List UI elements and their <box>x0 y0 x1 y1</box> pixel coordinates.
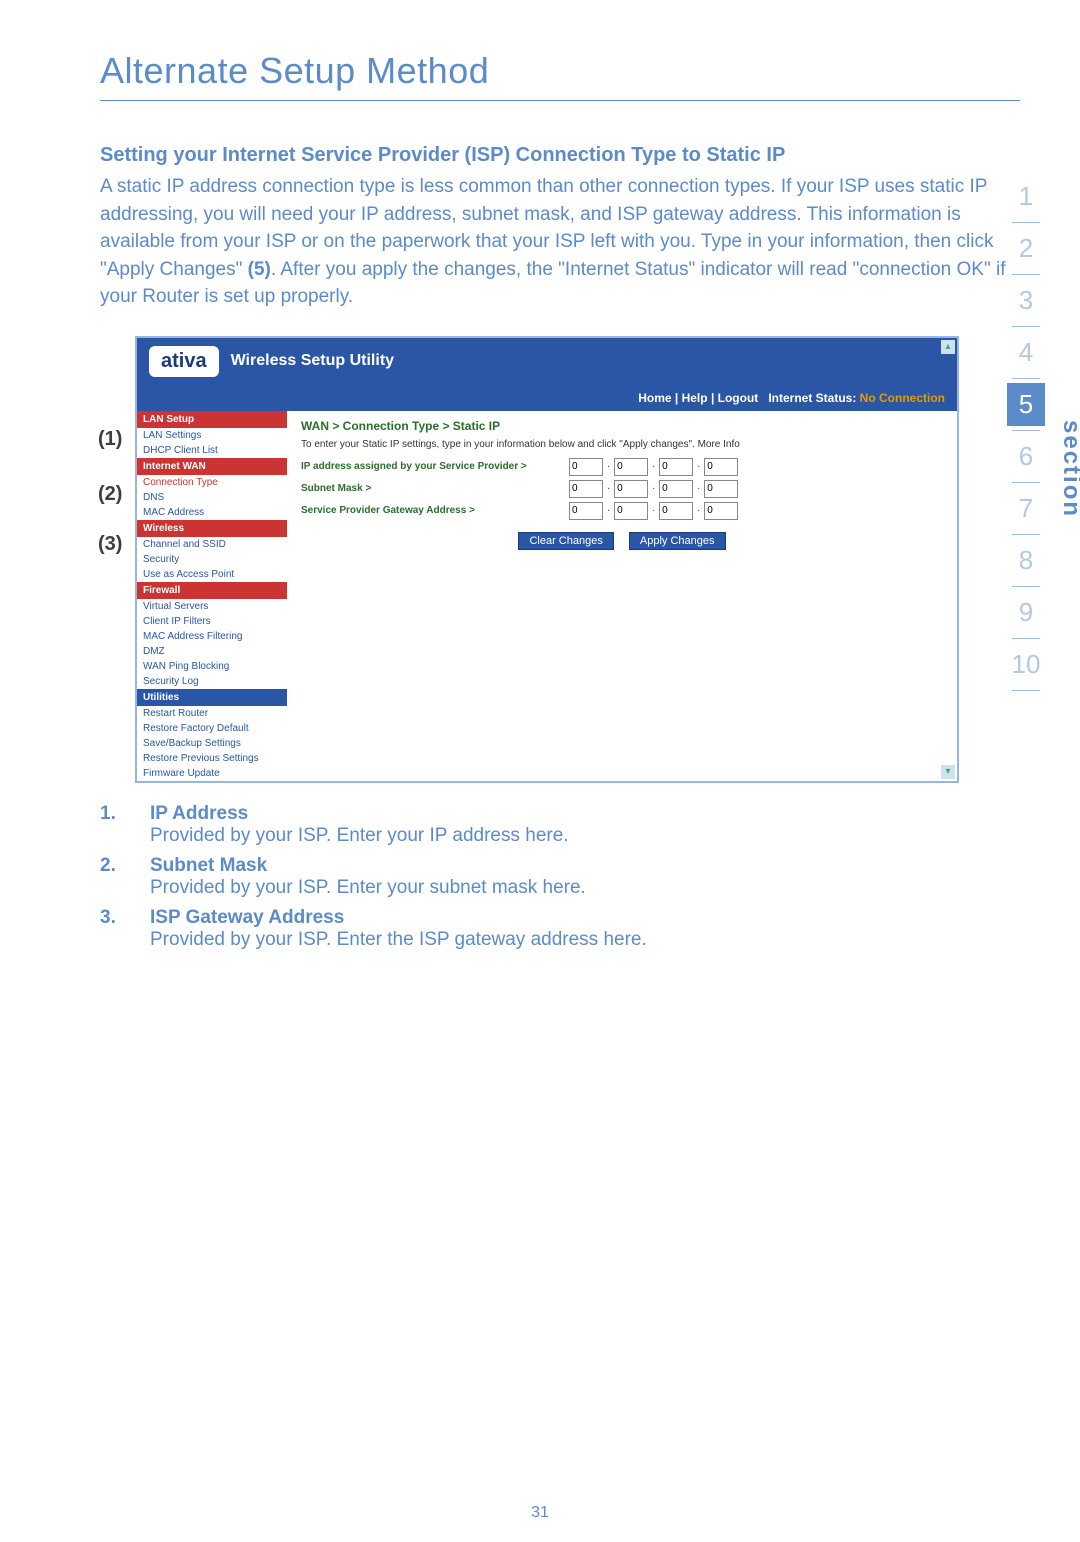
sidebar-use-ap[interactable]: Use as Access Point <box>137 567 287 582</box>
subnet-octet-4[interactable] <box>704 480 738 498</box>
tab-1[interactable]: 1 <box>1007 175 1045 218</box>
status-value: No Connection <box>860 391 945 405</box>
tab-rule <box>1012 222 1040 223</box>
gateway-label: Service Provider Gateway Address > <box>301 505 561 516</box>
def-title-3: ISP Gateway Address <box>150 907 1020 929</box>
subnet-octet-2[interactable] <box>614 480 648 498</box>
clear-changes-button[interactable]: Clear Changes <box>518 532 613 550</box>
def-desc-2: Provided by your ISP. Enter your subnet … <box>150 877 1020 899</box>
main-pane: WAN > Connection Type > Static IP To ent… <box>287 411 957 781</box>
sidebar-firewall[interactable]: Firewall <box>137 582 287 599</box>
nav-logout[interactable]: Logout <box>718 391 759 405</box>
screenshot-frame: ▴ ativa Wireless Setup Utility Home | He… <box>135 336 959 783</box>
scroll-up-icon[interactable]: ▴ <box>941 340 955 354</box>
def-item-1: 1. IP Address Provided by your ISP. Ente… <box>100 803 1020 847</box>
title-rule <box>100 100 1020 101</box>
def-num-1: 1. <box>100 803 150 847</box>
def-desc-3: Provided by your ISP. Enter the ISP gate… <box>150 929 1020 951</box>
tab-rule <box>1012 326 1040 327</box>
callout-ref-5: (5) <box>248 259 271 280</box>
sidebar-lan-settings[interactable]: LAN Settings <box>137 428 287 443</box>
tab-2[interactable]: 2 <box>1007 227 1045 270</box>
ip-octet-4[interactable] <box>704 458 738 476</box>
sidebar-restore-prev[interactable]: Restore Previous Settings <box>137 751 287 766</box>
section-vertical-label: section <box>1057 420 1080 518</box>
status-label: Internet Status: <box>768 391 856 405</box>
ip-address-label: IP address assigned by your Service Prov… <box>301 461 561 472</box>
sidebar-utilities[interactable]: Utilities <box>137 689 287 706</box>
sidebar-virtual[interactable]: Virtual Servers <box>137 599 287 614</box>
page-number: 31 <box>0 1504 1080 1522</box>
gw-octet-4[interactable] <box>704 502 738 520</box>
subnet-octet-1[interactable] <box>569 480 603 498</box>
sidebar-save-backup[interactable]: Save/Backup Settings <box>137 736 287 751</box>
callout-2: (2) <box>98 483 122 506</box>
gw-octet-1[interactable] <box>569 502 603 520</box>
sidebar: LAN Setup LAN Settings DHCP Client List … <box>137 411 287 781</box>
brand-logo: ativa <box>149 346 219 377</box>
sidebar-channel[interactable]: Channel and SSID <box>137 537 287 552</box>
def-title-1: IP Address <box>150 803 1020 825</box>
def-num-2: 2. <box>100 855 150 899</box>
sidebar-dmz[interactable]: DMZ <box>137 644 287 659</box>
sidebar-internet-wan[interactable]: Internet WAN <box>137 458 287 475</box>
utility-title: Wireless Setup Utility <box>231 352 394 370</box>
nav-home[interactable]: Home <box>638 391 671 405</box>
section-heading: Setting your Internet Service Provider (… <box>100 141 1020 169</box>
body-paragraph: A static IP address connection type is l… <box>100 173 1020 311</box>
sidebar-wan-ping[interactable]: WAN Ping Blocking <box>137 659 287 674</box>
sidebar-security[interactable]: Security <box>137 552 287 567</box>
scroll-down-icon[interactable]: ▾ <box>941 765 955 779</box>
nav-help[interactable]: Help <box>682 391 708 405</box>
definitions-list: 1. IP Address Provided by your ISP. Ente… <box>100 803 1020 951</box>
breadcrumb: WAN > Connection Type > Static IP <box>301 419 943 433</box>
subnet-octet-3[interactable] <box>659 480 693 498</box>
callout-1: (1) <box>98 428 122 451</box>
ip-octet-1[interactable] <box>569 458 603 476</box>
sidebar-fw[interactable]: Firmware Update <box>137 766 287 781</box>
sidebar-dns[interactable]: DNS <box>137 490 287 505</box>
sidebar-restart[interactable]: Restart Router <box>137 706 287 721</box>
sidebar-mac[interactable]: MAC Address <box>137 505 287 520</box>
sidebar-client-ip[interactable]: Client IP Filters <box>137 614 287 629</box>
def-item-3: 3. ISP Gateway Address Provided by your … <box>100 907 1020 951</box>
hint-text: To enter your Static IP settings, type i… <box>301 439 943 450</box>
subnet-label: Subnet Mask > <box>301 483 561 494</box>
callout-3: (3) <box>98 533 122 556</box>
gw-octet-2[interactable] <box>614 502 648 520</box>
def-title-2: Subnet Mask <box>150 855 1020 877</box>
apply-changes-button[interactable]: Apply Changes <box>629 532 726 550</box>
sidebar-wireless[interactable]: Wireless <box>137 520 287 537</box>
def-num-3: 3. <box>100 907 150 951</box>
sidebar-seclog[interactable]: Security Log <box>137 674 287 689</box>
sidebar-lan-setup[interactable]: LAN Setup <box>137 411 287 428</box>
page-title: Alternate Setup Method <box>100 50 1020 92</box>
ip-octet-2[interactable] <box>614 458 648 476</box>
sidebar-connection-type[interactable]: Connection Type <box>137 475 287 490</box>
ip-octet-3[interactable] <box>659 458 693 476</box>
router-screenshot: (1) (2) (3) ▴ ativa Wireless Setup Utili… <box>100 336 1020 783</box>
sidebar-restore-fac[interactable]: Restore Factory Default <box>137 721 287 736</box>
sidebar-dhcp[interactable]: DHCP Client List <box>137 443 287 458</box>
def-item-2: 2. Subnet Mask Provided by your ISP. Ent… <box>100 855 1020 899</box>
sidebar-mac-filter[interactable]: MAC Address Filtering <box>137 629 287 644</box>
def-desc-1: Provided by your ISP. Enter your IP addr… <box>150 825 1020 847</box>
gw-octet-3[interactable] <box>659 502 693 520</box>
tab-rule <box>1012 274 1040 275</box>
tab-3[interactable]: 3 <box>1007 279 1045 322</box>
